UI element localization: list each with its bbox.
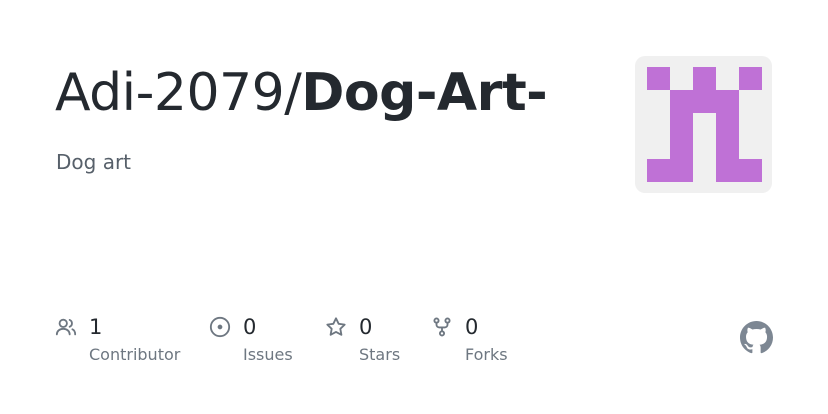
- stat-forks[interactable]: 0 Forks: [431, 312, 508, 364]
- stars-count: 0: [359, 315, 373, 339]
- stat-contributors[interactable]: 1 Contributor: [55, 312, 180, 364]
- stat-stars[interactable]: 0 Stars: [325, 312, 400, 364]
- avatar: [635, 56, 772, 193]
- people-icon: [55, 316, 77, 338]
- issues-count: 0: [243, 315, 257, 339]
- stars-label: Stars: [359, 345, 401, 364]
- repo-name[interactable]: Dog-Art-: [301, 63, 548, 123]
- issues-label: Issues: [243, 345, 293, 364]
- repo-description: Dog art: [56, 150, 132, 174]
- github-mark-icon[interactable]: [740, 321, 773, 354]
- contributors-label: Contributor: [89, 345, 181, 364]
- forks-count: 0: [465, 315, 479, 339]
- repo-owner[interactable]: Adi-2079/: [55, 63, 302, 123]
- star-icon: [325, 316, 347, 338]
- forks-label: Forks: [465, 345, 508, 364]
- identicon-icon: [647, 67, 762, 182]
- contributors-count: 1: [89, 315, 103, 339]
- stat-issues[interactable]: 0 Issues: [209, 312, 293, 364]
- repo-title: Adi-2079/Dog-Art-: [55, 58, 548, 128]
- repo-forked-icon: [431, 316, 453, 338]
- issue-opened-icon: [209, 316, 231, 338]
